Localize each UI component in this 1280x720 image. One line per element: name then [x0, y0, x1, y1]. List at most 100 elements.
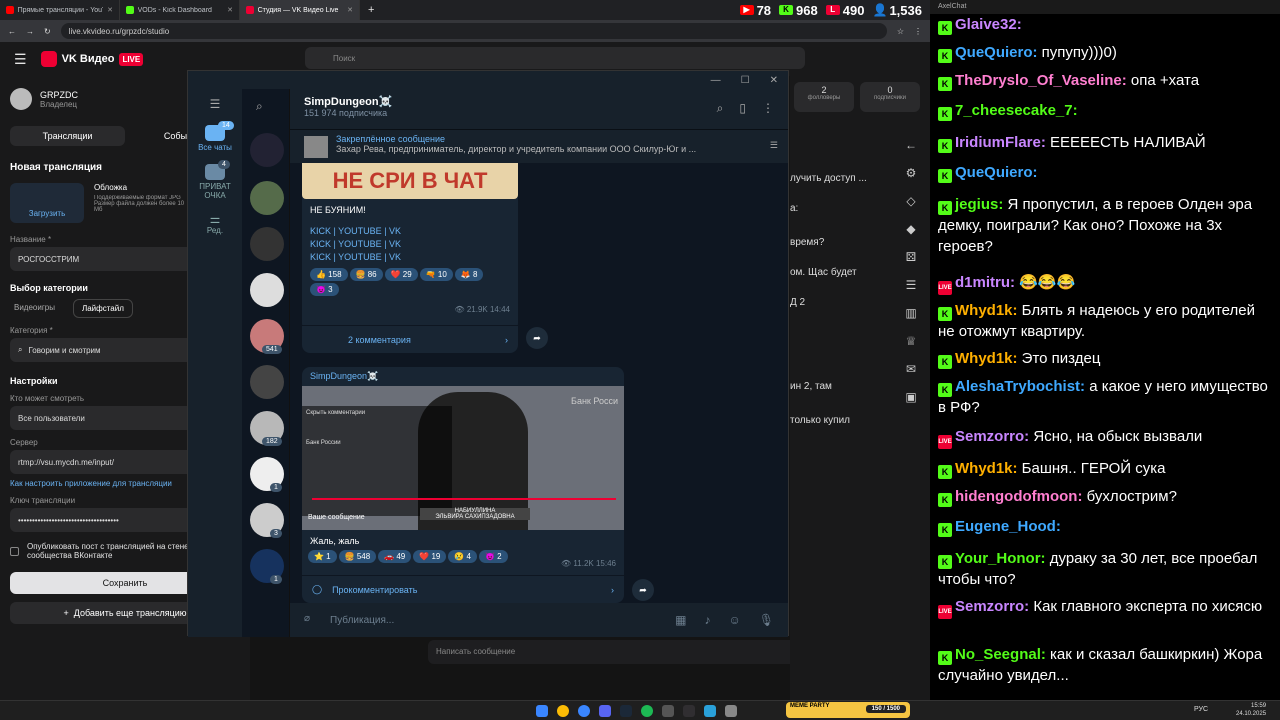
- back-icon[interactable]: ←: [8, 27, 16, 36]
- reaction[interactable]: ❤️ 29: [384, 268, 418, 281]
- emoji-icon[interactable]: ☺: [729, 613, 741, 627]
- stats-icon[interactable]: ▥: [905, 306, 916, 320]
- new-tab-button[interactable]: +: [360, 4, 382, 16]
- chat-username[interactable]: hidengodofmoon:: [955, 488, 1082, 505]
- chat-username[interactable]: Your_Honor:: [955, 550, 1046, 567]
- post-links[interactable]: KICK | YOUTUBE | VK: [310, 225, 510, 238]
- pin-list-icon[interactable]: ☰: [770, 140, 778, 151]
- chat-avatar[interactable]: [250, 133, 284, 167]
- chat-username[interactable]: Whyd1k:: [955, 302, 1018, 319]
- reaction[interactable]: 😈 2: [479, 550, 508, 563]
- mic-icon[interactable]: 🎙: [759, 613, 774, 627]
- discord-icon[interactable]: [599, 705, 611, 717]
- pinned-message[interactable]: Закреплённое сообщение Захар Рева, предп…: [290, 129, 788, 163]
- back-arrow-icon[interactable]: ←: [905, 138, 917, 152]
- search-icon[interactable]: ⌕: [717, 101, 724, 116]
- hamburger-icon[interactable]: ☰: [14, 51, 27, 68]
- sidebar-icon[interactable]: ▯: [739, 101, 746, 116]
- reaction[interactable]: 🔫 10: [419, 268, 453, 281]
- chat-username[interactable]: AleshaTrybochist:: [955, 378, 1085, 395]
- channel-name[interactable]: SimpDungeon☠️: [304, 95, 774, 108]
- schedule-icon[interactable]: ▦: [675, 613, 686, 627]
- chat-username[interactable]: Whyd1k:: [955, 460, 1018, 477]
- chat-username[interactable]: Eugene_Hood:: [955, 518, 1061, 535]
- reaction[interactable]: 🍔 86: [349, 268, 383, 281]
- vk-logo[interactable]: VK Видео LIVE: [40, 51, 144, 67]
- upload-cover-button[interactable]: Загрузить: [10, 183, 84, 223]
- forward-button[interactable]: ➦: [526, 327, 548, 349]
- chat-username[interactable]: TheDryslo_Of_Vaseline:: [955, 72, 1127, 89]
- chat-username[interactable]: QueQuiero:: [955, 164, 1038, 181]
- language-indicator[interactable]: РУС: [1194, 706, 1208, 713]
- folder-all[interactable]: 14 Все чаты: [188, 119, 242, 158]
- clip-icon[interactable]: ▣: [905, 390, 916, 404]
- chat-icon[interactable]: ✉: [906, 362, 916, 376]
- reaction[interactable]: 🍔 548: [338, 550, 377, 563]
- reaction[interactable]: 🚗 49: [378, 550, 412, 563]
- obs-icon[interactable]: [683, 705, 695, 717]
- telegram-icon[interactable]: [704, 705, 716, 717]
- reaction[interactable]: ⭐ 1: [308, 550, 337, 563]
- gem-icon[interactable]: ◆: [906, 222, 915, 236]
- chat-message-input[interactable]: Написать сообщение: [428, 640, 800, 664]
- app-icon[interactable]: [662, 705, 674, 717]
- reload-icon[interactable]: ↻: [44, 27, 51, 36]
- reaction[interactable]: 👍 158: [310, 268, 348, 281]
- dice-icon[interactable]: ⚄: [906, 250, 916, 264]
- chrome-icon[interactable]: [557, 705, 569, 717]
- search-icon[interactable]: ⌕: [256, 99, 263, 114]
- forward-icon[interactable]: →: [26, 27, 34, 36]
- reaction[interactable]: 😢 4: [448, 550, 477, 563]
- comments-link[interactable]: 2 комментария ›: [302, 325, 518, 353]
- chat-username[interactable]: QueQuiero:: [955, 44, 1038, 61]
- chat-username[interactable]: Whyd1k:: [955, 350, 1018, 367]
- star-icon[interactable]: ☆: [897, 27, 904, 36]
- folder-edit[interactable]: ⚌ Ред.: [188, 206, 242, 241]
- chat-username[interactable]: Glaive32:: [955, 16, 1022, 33]
- comment-button[interactable]: ◯ Прокомментировать ›: [302, 575, 624, 603]
- chat-avatar[interactable]: [250, 181, 284, 215]
- compose-input[interactable]: Публикация...: [330, 615, 675, 626]
- search-input[interactable]: Поиск: [305, 47, 805, 69]
- chat-avatar[interactable]: [250, 365, 284, 399]
- post-author[interactable]: SimpDungeon☠️: [302, 367, 624, 386]
- menu-icon[interactable]: ☰: [188, 89, 242, 119]
- reaction[interactable]: 😈 3: [310, 283, 339, 296]
- chat-avatar[interactable]: [250, 273, 284, 307]
- post-links[interactable]: KICK | YOUTUBE | VK: [310, 251, 510, 264]
- close-icon[interactable]: ✕: [107, 6, 113, 14]
- chat-username[interactable]: No_Seegnal:: [955, 646, 1046, 663]
- maximize-icon[interactable]: ☐: [741, 75, 750, 86]
- app-icon[interactable]: [725, 705, 737, 717]
- reaction[interactable]: ❤️ 19: [413, 550, 447, 563]
- close-icon[interactable]: ✕: [770, 75, 778, 86]
- chat-username[interactable]: Semzorro:: [955, 598, 1029, 615]
- address-bar[interactable]: live.vkvideo.ru/grpzdc/studio: [60, 23, 887, 39]
- gear-icon[interactable]: ⚙: [906, 166, 917, 180]
- menu-icon[interactable]: ⋮: [914, 27, 922, 36]
- more-icon[interactable]: ⋮: [762, 101, 774, 116]
- post-links[interactable]: KICK | YOUTUBE | VK: [310, 238, 510, 251]
- video-thumbnail[interactable]: Скрыть комментарии Банк России Банк Росс…: [302, 386, 624, 530]
- spotify-icon[interactable]: [641, 705, 653, 717]
- tab-youtube[interactable]: Прямые трансляции - YouTube✕: [0, 0, 120, 20]
- chat-username[interactable]: 7_cheesecake_7:: [955, 102, 1078, 119]
- minimize-icon[interactable]: —: [711, 75, 721, 86]
- list-icon[interactable]: ☰: [906, 278, 917, 292]
- windows-icon[interactable]: [536, 705, 548, 717]
- close-icon[interactable]: ✕: [227, 6, 233, 14]
- trophy-icon[interactable]: ♕: [906, 334, 917, 348]
- publish-checkbox[interactable]: [10, 546, 19, 556]
- app-icon[interactable]: [578, 705, 590, 717]
- reaction[interactable]: 🦊 8: [454, 268, 484, 281]
- chat-avatar[interactable]: [250, 227, 284, 261]
- tab-kick[interactable]: VODs - Kick Dashboard ✕: [120, 0, 240, 20]
- video-progress[interactable]: [312, 498, 616, 500]
- forward-button[interactable]: ➦: [632, 579, 654, 601]
- chat-username[interactable]: d1mitru:: [955, 274, 1015, 291]
- tab-vk-studio[interactable]: Студия — VK Видео Live ✕: [240, 0, 360, 20]
- category-games[interactable]: Видеоигры: [10, 299, 59, 318]
- steam-icon[interactable]: [620, 705, 632, 717]
- chat-username[interactable]: Semzorro:: [955, 428, 1029, 445]
- chat-username[interactable]: IridiumFlare:: [955, 134, 1046, 151]
